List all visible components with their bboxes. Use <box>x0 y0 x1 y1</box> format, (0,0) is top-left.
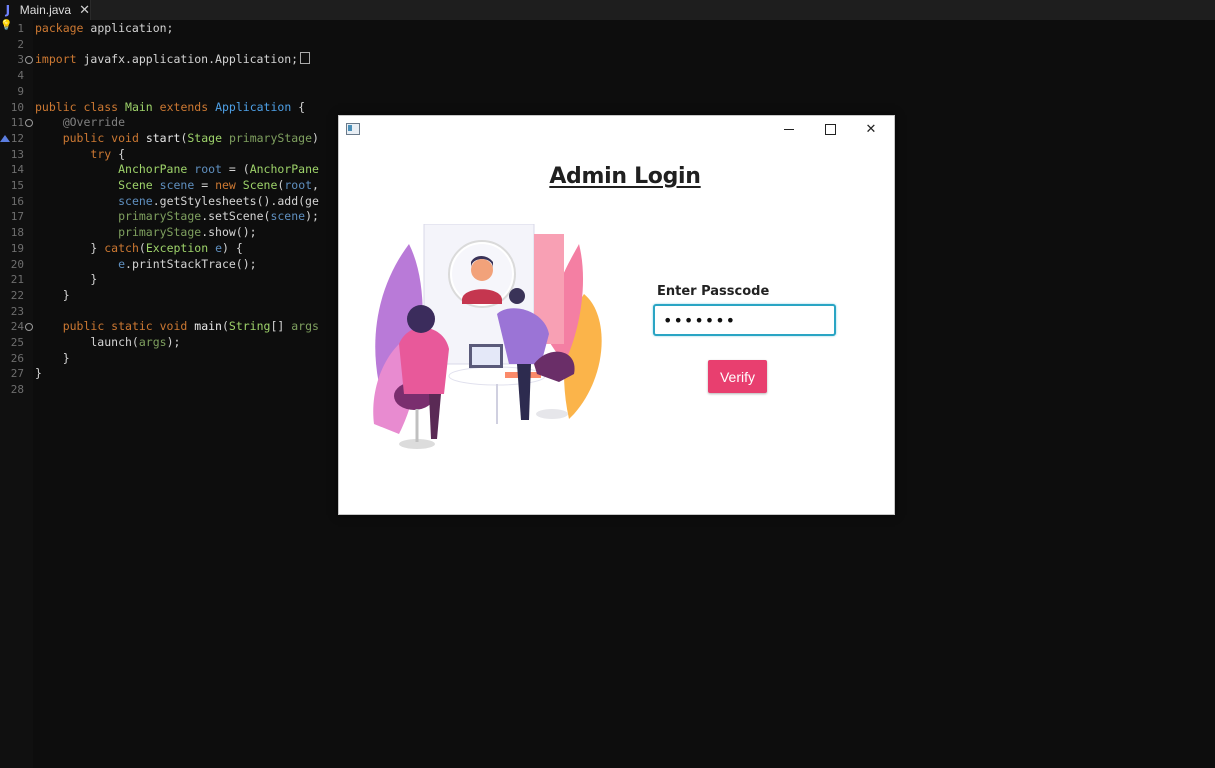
code-text: scene.getStylesheets().add(ge <box>118 193 319 208</box>
code-text: } <box>35 272 98 287</box>
code-text: import javafx.application.Application; <box>35 52 311 68</box>
line-number: 4 <box>17 69 24 83</box>
minimize-button[interactable] <box>769 116 809 142</box>
login-illustration <box>373 224 602 449</box>
line-number: 28 <box>10 383 24 397</box>
line-number: 9 <box>17 84 24 98</box>
code-text: package application; <box>35 21 174 35</box>
code-text: } <box>35 350 70 365</box>
line-number: 25 <box>10 336 24 349</box>
verify-button[interactable]: Verify <box>708 360 767 393</box>
code-text: primaryStage.show(); <box>118 225 257 240</box>
code-text: public class Main extends Application { <box>35 99 306 114</box>
minimize-icon <box>784 128 794 130</box>
line-number: 11 <box>10 116 24 130</box>
line-number: 1 <box>17 22 24 35</box>
line-number: 27 <box>10 367 24 381</box>
code-text: } <box>35 287 70 302</box>
override-marker-icon <box>0 134 10 142</box>
line-number: 23 <box>10 304 24 318</box>
code-text: @Override <box>62 115 126 130</box>
code-line[interactable]: 9 <box>0 84 1215 100</box>
line-number: 26 <box>10 351 24 365</box>
code-text: primaryStage.setScene(scene); <box>118 209 319 224</box>
tab-main-java[interactable]: J Main.java ✕ <box>0 0 91 20</box>
line-number: 14 <box>10 163 24 177</box>
line-number: 18 <box>10 226 24 240</box>
editor-tab-bar: J Main.java ✕ <box>0 0 1215 21</box>
fold-icon[interactable] <box>25 323 33 332</box>
close-icon: ✕ <box>865 121 877 137</box>
line-number: 17 <box>10 210 24 224</box>
code-text: launch(args); <box>35 335 181 349</box>
code-text: e.printStackTrace(); <box>118 256 257 271</box>
page-title: Admin Login <box>549 164 701 189</box>
code-text: AnchorPane root = (AnchorPane <box>118 162 319 177</box>
code-line[interactable]: 3 import javafx.application.Application; <box>0 52 1215 68</box>
code-line[interactable]: 4 <box>0 68 1215 84</box>
line-number: 16 <box>10 194 24 208</box>
line-number: 19 <box>10 241 24 255</box>
fold-icon[interactable] <box>25 119 33 128</box>
code-line[interactable]: 1 package application; <box>0 21 1215 37</box>
window-titlebar[interactable]: ✕ <box>339 116 894 142</box>
code-text: } catch(Exception e) { <box>35 240 243 255</box>
line-number: 15 <box>10 179 24 192</box>
maximize-button[interactable] <box>810 116 850 142</box>
fold-icon[interactable] <box>25 56 33 65</box>
close-tab-icon[interactable]: ✕ <box>79 3 90 18</box>
code-line[interactable]: 10 public class Main extends Application … <box>0 100 1215 116</box>
line-number: 22 <box>10 288 24 302</box>
line-number: 2 <box>17 37 24 51</box>
passcode-input[interactable] <box>653 304 836 336</box>
line-number: 10 <box>10 100 24 114</box>
window-app-icon <box>346 123 360 135</box>
close-button[interactable]: ✕ <box>851 116 891 142</box>
line-number: 24 <box>10 320 24 334</box>
line-number: 13 <box>10 147 24 161</box>
line-number: 3 <box>17 53 24 67</box>
line-number: 20 <box>10 257 24 271</box>
code-text: } <box>35 366 42 381</box>
java-file-icon: J <box>5 3 11 17</box>
line-number: 21 <box>10 273 24 287</box>
code-text: public void start(Stage primaryStage) <box>62 130 319 145</box>
code-line[interactable]: 2 <box>0 37 1215 53</box>
login-window: ✕ Admin Login Enter Passcode ••••••• Ver… <box>338 115 895 515</box>
maximize-icon <box>824 123 836 135</box>
code-text: Scene scene = new Scene(root, <box>118 178 319 192</box>
code-text: public static void main(String[] args <box>62 319 319 334</box>
passcode-label: Enter Passcode <box>657 284 770 299</box>
code-text: try { <box>90 146 126 161</box>
tab-label: Main.java <box>19 3 72 17</box>
